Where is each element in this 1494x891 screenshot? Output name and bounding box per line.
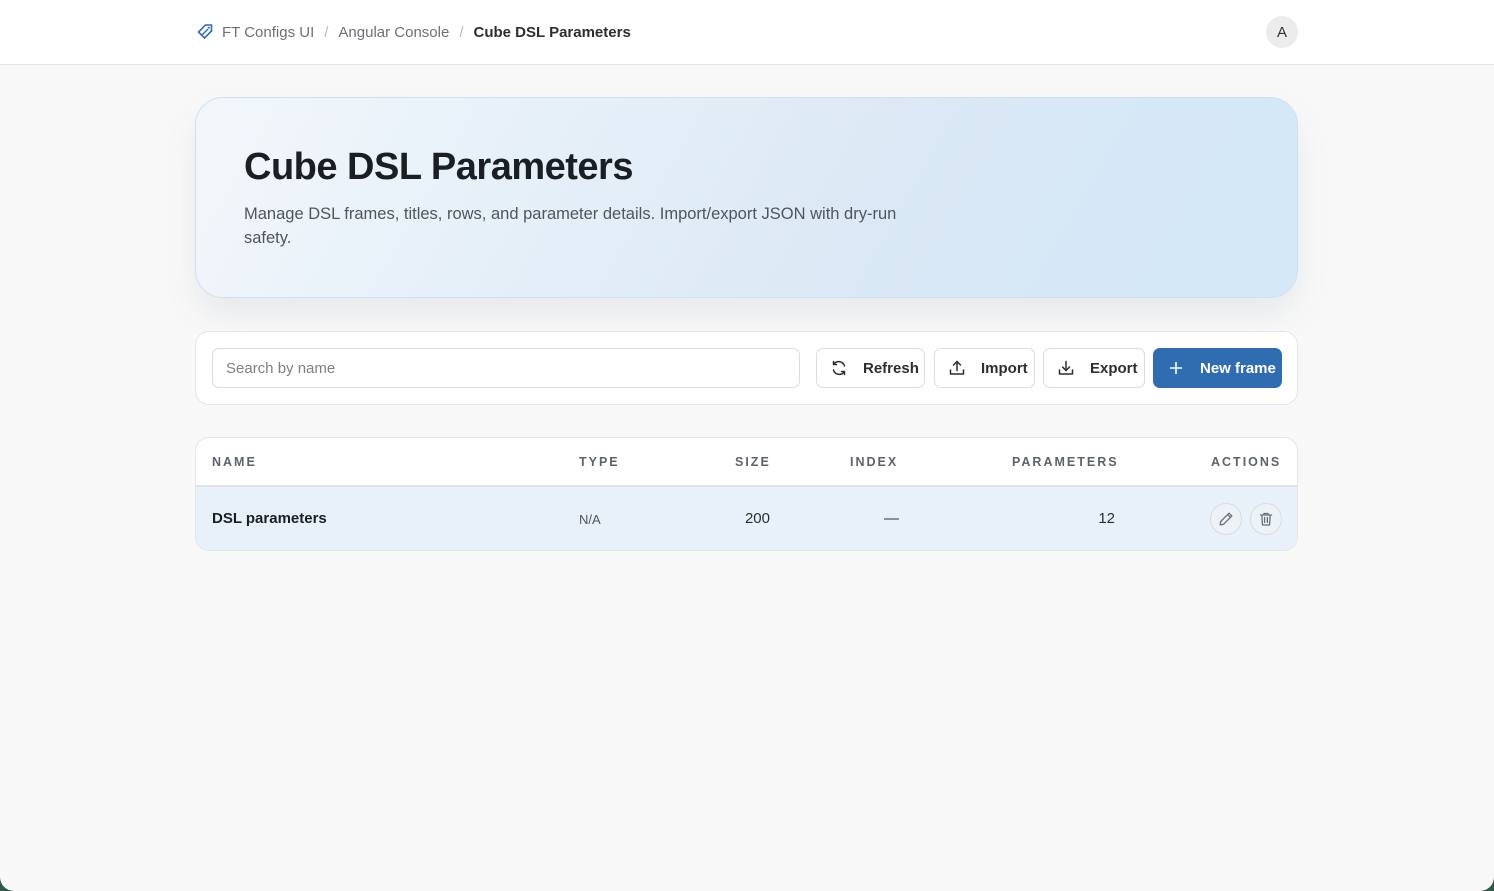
- search-input[interactable]: [212, 348, 800, 388]
- new-frame-button[interactable]: New frame: [1153, 348, 1282, 388]
- cell-name: DSL parameters: [212, 510, 327, 527]
- frames-table: NAME TYPE SIZE INDEX PARAMETERS ACTIONS …: [195, 437, 1298, 551]
- plus-icon: [1167, 359, 1185, 377]
- breadcrumb-link-ft-configs[interactable]: FT Configs UI: [222, 24, 314, 41]
- import-button[interactable]: Import: [934, 348, 1035, 388]
- pencil-icon: [1218, 511, 1234, 527]
- breadcrumb-separator: /: [324, 23, 329, 41]
- page-title: Cube DSL Parameters: [244, 146, 633, 188]
- delete-button[interactable]: [1250, 503, 1282, 535]
- cell-parameters: 12: [1098, 510, 1115, 527]
- upload-icon: [948, 359, 966, 377]
- cell-index: —: [884, 510, 899, 527]
- breadcrumb: FT Configs UI / Angular Console / Cube D…: [196, 21, 631, 43]
- export-button[interactable]: Export: [1043, 348, 1145, 388]
- download-icon: [1057, 359, 1075, 377]
- refresh-label: Refresh: [863, 359, 919, 377]
- tag-icon: [196, 23, 214, 41]
- refresh-icon: [830, 359, 848, 377]
- edit-button[interactable]: [1210, 503, 1242, 535]
- trash-icon: [1258, 511, 1274, 527]
- import-label: Import: [981, 359, 1028, 377]
- refresh-button[interactable]: Refresh: [816, 348, 925, 388]
- hero-banner: Cube DSL Parameters Manage DSL frames, t…: [195, 97, 1298, 298]
- app-window: FT Configs UI / Angular Console / Cube D…: [0, 0, 1494, 891]
- breadcrumb-separator: /: [459, 23, 464, 41]
- table-header: NAME TYPE SIZE INDEX PARAMETERS ACTIONS: [196, 438, 1297, 487]
- new-frame-label: New frame: [1200, 359, 1276, 377]
- table-row[interactable]: DSL parameters N/A 200 — 12: [196, 487, 1297, 550]
- breadcrumb-current: Cube DSL Parameters: [473, 23, 631, 41]
- column-header-index[interactable]: INDEX: [850, 455, 898, 469]
- column-header-parameters[interactable]: PARAMETERS: [1012, 455, 1119, 469]
- cell-size: 200: [744, 510, 770, 527]
- column-header-name[interactable]: NAME: [212, 455, 257, 469]
- breadcrumb-link-angular-console[interactable]: Angular Console: [338, 24, 449, 41]
- column-header-actions: ACTIONS: [1211, 455, 1282, 469]
- page-description: Manage DSL frames, titles, rows, and par…: [244, 205, 897, 247]
- avatar[interactable]: A: [1266, 16, 1298, 48]
- column-header-type[interactable]: TYPE: [579, 455, 620, 469]
- top-bar: FT Configs UI / Angular Console / Cube D…: [0, 0, 1494, 65]
- toolbar: Refresh Import Export: [195, 331, 1298, 405]
- column-header-size[interactable]: SIZE: [735, 455, 771, 469]
- cell-type: N/A: [579, 512, 601, 527]
- export-label: Export: [1090, 359, 1138, 377]
